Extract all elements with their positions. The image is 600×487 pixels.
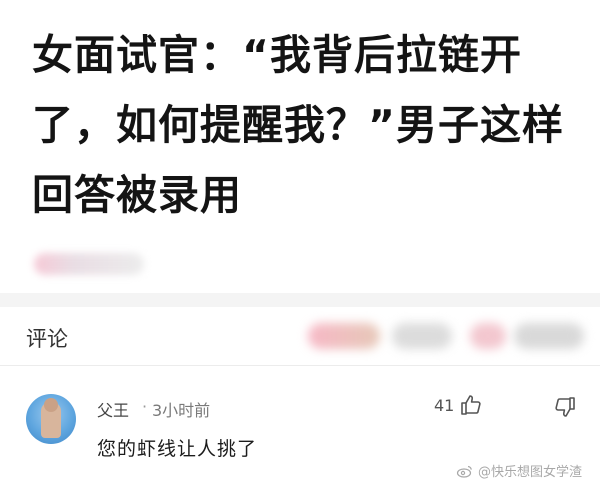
section-divider (0, 293, 600, 307)
avatar-head (44, 398, 58, 412)
meta-separator: · (142, 397, 148, 416)
comment-item: 父王 · 3小时前 您的虾线让人挑了 41 @快乐想图女学渣 (0, 366, 600, 487)
comment-text: 您的虾线让人挑了 (97, 438, 258, 460)
thumbs-down-icon[interactable] (553, 395, 577, 419)
comments-heading: 评论 (26, 327, 68, 351)
blurred-reaction (308, 323, 380, 349)
avatar[interactable] (26, 394, 76, 444)
like-count: 41 (434, 396, 455, 415)
thumbs-up-icon[interactable] (459, 393, 483, 417)
blurred-reaction (470, 323, 506, 349)
comment-timestamp: 3小时前 (152, 401, 211, 420)
author-row (0, 235, 600, 293)
article-headline[interactable]: 女面试官：“我背后拉链开了，如何提醒我？”男子这样回答被录用 (32, 20, 577, 230)
blurred-reaction (392, 323, 452, 349)
watermark: @快乐想图女学渣 (456, 461, 582, 480)
article-header: 女面试官：“我背后拉链开了，如何提醒我？”男子这样回答被录用 (0, 0, 600, 235)
blurred-author-info (34, 253, 144, 275)
comment-username[interactable]: 父王 (97, 397, 129, 421)
weibo-icon (456, 465, 472, 478)
watermark-text: @快乐想图女学渣 (478, 465, 583, 480)
blurred-reaction (514, 323, 584, 349)
comment-bar: 评论 (0, 307, 600, 365)
